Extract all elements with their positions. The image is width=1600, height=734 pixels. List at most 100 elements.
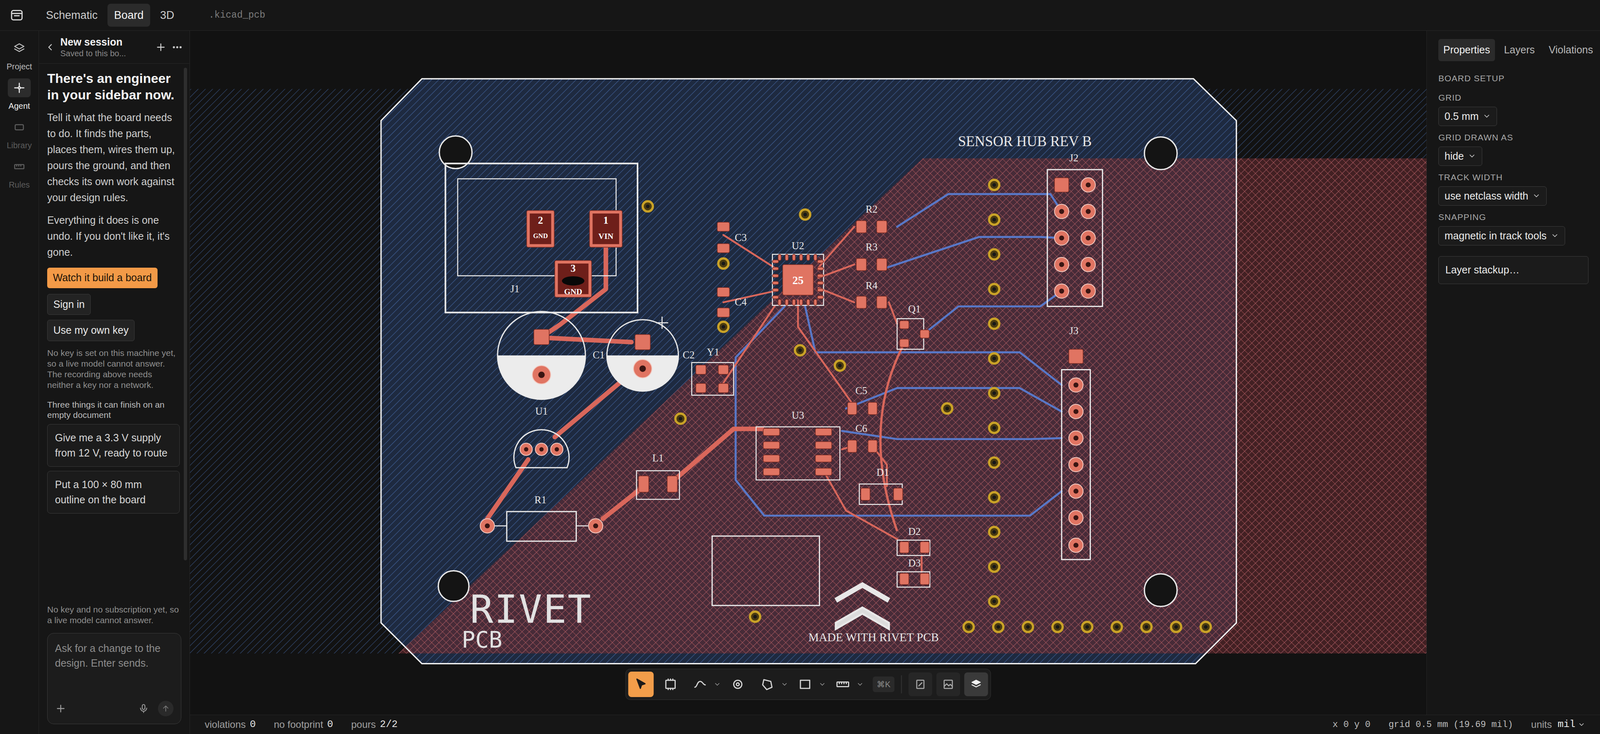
via[interactable] — [989, 249, 1000, 260]
watch-demo-button[interactable]: Watch it build a board — [47, 267, 158, 288]
pad[interactable] — [1068, 537, 1084, 553]
pad[interactable] — [785, 254, 789, 261]
pad[interactable] — [667, 475, 678, 492]
pad[interactable] — [1081, 283, 1096, 299]
inspector-tab[interactable]: Layers — [1499, 38, 1540, 62]
rail-item[interactable]: Library — [0, 117, 38, 152]
track[interactable] — [823, 470, 897, 540]
track[interactable] — [841, 430, 1062, 439]
track[interactable] — [541, 244, 606, 337]
pad[interactable] — [817, 295, 824, 299]
via[interactable] — [675, 413, 686, 424]
secondary-button[interactable]: Sign in — [47, 293, 91, 316]
pad[interactable] — [813, 299, 817, 306]
reference-label[interactable]: D3 — [908, 557, 921, 569]
view-toggle[interactable] — [964, 672, 989, 696]
reference-label[interactable]: D2 — [908, 525, 921, 537]
reference-label[interactable]: R1 — [534, 493, 547, 506]
pad[interactable] — [860, 487, 870, 501]
pad[interactable] — [817, 267, 824, 270]
pad[interactable] — [763, 441, 780, 449]
pad[interactable] — [876, 296, 887, 309]
new-session-button[interactable] — [155, 41, 167, 53]
pad[interactable] — [868, 439, 878, 453]
via[interactable] — [989, 457, 1000, 468]
pad[interactable] — [899, 338, 909, 348]
pad[interactable] — [1054, 230, 1069, 245]
tool-menu-caret[interactable] — [856, 680, 864, 688]
pad[interactable] — [1081, 177, 1096, 192]
via[interactable] — [989, 353, 1000, 364]
attach-button[interactable] — [54, 702, 67, 714]
tool-button[interactable] — [628, 671, 654, 697]
pad[interactable] — [1054, 283, 1069, 299]
pad[interactable] — [815, 467, 832, 475]
pad[interactable] — [633, 359, 652, 378]
pad[interactable] — [817, 281, 824, 284]
pad[interactable] — [792, 254, 796, 261]
via[interactable] — [1022, 621, 1034, 632]
pcb-view[interactable]: 2GND1VIN3GND25J1C1U1R1L1C2Y1C3C4U2R2R3R4… — [189, 30, 1427, 715]
track[interactable] — [805, 306, 1062, 385]
pad[interactable] — [1068, 483, 1084, 499]
track[interactable] — [735, 306, 1062, 516]
pad[interactable] — [899, 573, 909, 585]
track[interactable] — [923, 290, 1062, 334]
rail-item[interactable]: Agent — [0, 78, 38, 112]
pad[interactable] — [817, 274, 824, 277]
pad[interactable] — [815, 454, 832, 462]
tool-menu-caret[interactable] — [713, 680, 721, 688]
pad[interactable] — [772, 288, 779, 292]
pad[interactable] — [1081, 230, 1096, 245]
pad[interactable] — [1068, 377, 1084, 392]
pad[interactable] — [772, 274, 779, 277]
view-toggle[interactable] — [936, 672, 961, 696]
pad[interactable] — [763, 467, 780, 475]
pad[interactable] — [695, 383, 707, 393]
pad[interactable] — [763, 428, 780, 436]
pad[interactable] — [635, 334, 651, 350]
via[interactable] — [993, 621, 1004, 632]
pad[interactable] — [638, 475, 650, 492]
via[interactable] — [989, 596, 1000, 607]
reference-label[interactable]: L1 — [652, 452, 664, 464]
layer-stackup-button[interactable]: Layer stackup… — [1438, 256, 1589, 284]
track[interactable] — [920, 556, 923, 572]
track[interactable] — [797, 299, 853, 403]
pad[interactable] — [1054, 204, 1069, 219]
credit-text[interactable]: MADE WITH RIVET PCB — [808, 630, 939, 644]
rail-item[interactable]: Project — [0, 38, 38, 73]
reference-label[interactable]: Y1 — [706, 346, 720, 358]
more-button[interactable] — [171, 41, 183, 53]
via[interactable] — [989, 422, 1000, 433]
tool-button[interactable] — [829, 671, 856, 697]
reference-label[interactable]: C3 — [734, 231, 747, 243]
track[interactable] — [886, 236, 1062, 268]
track[interactable] — [723, 290, 775, 302]
pad[interactable] — [1068, 510, 1084, 525]
pad[interactable] — [876, 220, 887, 234]
logo-text[interactable]: RIVET — [470, 586, 592, 632]
pad[interactable] — [920, 329, 930, 339]
tool-button[interactable] — [792, 671, 818, 697]
pad[interactable] — [1081, 204, 1096, 219]
pad[interactable] — [815, 428, 832, 436]
setting-select[interactable]: use netclass width — [1438, 186, 1547, 206]
reference-label[interactable]: C1 — [592, 349, 605, 361]
reference-label[interactable]: Q1 — [908, 303, 921, 315]
board-outline[interactable] — [381, 78, 1237, 664]
via[interactable] — [642, 201, 653, 212]
setting-select[interactable]: 0.5 mm — [1438, 106, 1498, 127]
via[interactable] — [989, 214, 1000, 225]
reference-label[interactable]: J1 — [510, 283, 520, 295]
via[interactable] — [795, 345, 806, 356]
reference-label[interactable]: J2 — [1069, 152, 1079, 164]
track[interactable] — [897, 194, 1062, 227]
reference-label[interactable]: C4 — [734, 296, 748, 308]
via[interactable] — [989, 283, 1000, 295]
track[interactable] — [723, 234, 775, 268]
reference-label[interactable]: J3 — [1069, 324, 1079, 336]
via[interactable] — [941, 403, 953, 414]
units-select[interactable]: mil — [1557, 716, 1586, 732]
scrollbar[interactable] — [183, 67, 188, 560]
